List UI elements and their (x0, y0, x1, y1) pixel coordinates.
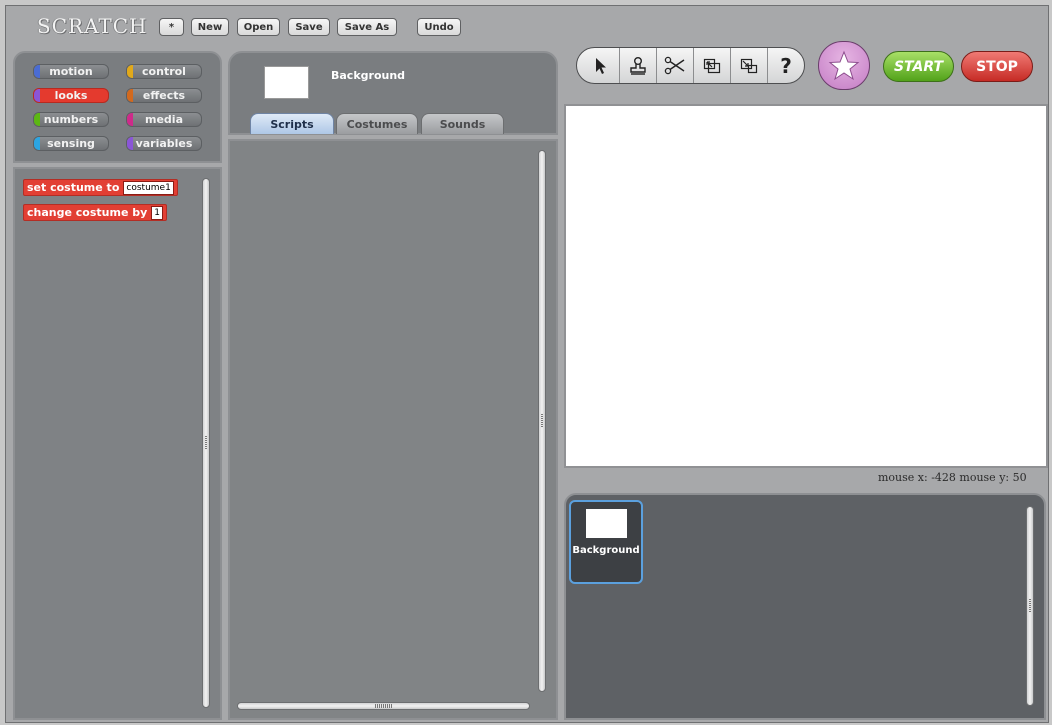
scissors-icon[interactable] (657, 48, 694, 83)
arrow-icon[interactable] (583, 48, 620, 83)
star-icon (828, 50, 860, 80)
category-label: looks (54, 89, 88, 102)
scrollbar-grip[interactable] (1029, 599, 1031, 613)
language-button[interactable]: * (159, 18, 184, 36)
block-set-costume[interactable]: set costume to costume1 (23, 179, 178, 196)
start-button[interactable]: START (883, 51, 954, 82)
stage[interactable] (564, 104, 1048, 468)
undo-button[interactable]: Undo (417, 18, 461, 36)
sprite-name[interactable]: Background (331, 69, 405, 82)
category-looks[interactable]: looks (33, 88, 109, 103)
save-button[interactable]: Save (288, 18, 330, 36)
grow-icon[interactable] (694, 48, 731, 83)
category-sensing[interactable]: sensing (33, 136, 109, 151)
category-control[interactable]: control (126, 64, 202, 79)
category-label: numbers (43, 113, 99, 126)
category-color-stripe (127, 65, 133, 78)
category-label: sensing (47, 137, 95, 150)
category-label: effects (142, 89, 186, 102)
category-motion[interactable]: motion (33, 64, 109, 79)
scrollbar-grip[interactable] (541, 414, 543, 428)
new-button[interactable]: New (191, 18, 229, 36)
category-color-stripe (127, 113, 133, 126)
sprite-card-background[interactable]: Background (569, 500, 643, 584)
sprite-card-label: Background (572, 545, 640, 556)
scrollbar-grip[interactable] (205, 436, 207, 450)
category-color-stripe (127, 89, 133, 102)
category-color-stripe (34, 113, 40, 126)
shrink-icon[interactable] (731, 48, 768, 83)
category-color-stripe (34, 137, 40, 150)
category-numbers[interactable]: numbers (33, 112, 109, 127)
category-color-stripe (127, 137, 133, 150)
block-change-costume[interactable]: change costume by 1 (23, 204, 168, 221)
scratch-logo: SCRATCH (37, 14, 148, 38)
category-label: control (142, 65, 186, 78)
scrollbar-grip[interactable] (374, 704, 393, 708)
sprite-thumbnail (264, 66, 309, 99)
costume-dropdown[interactable]: costume1 (123, 180, 174, 195)
save-as-button[interactable]: Save As (337, 18, 397, 36)
category-color-stripe (34, 65, 40, 78)
category-color-stripe (34, 89, 40, 102)
tab-sounds[interactable]: Sounds (421, 113, 504, 134)
category-label: motion (49, 65, 93, 78)
tab-scripts[interactable]: Scripts (250, 113, 334, 134)
costume-number-input[interactable]: 1 (151, 205, 164, 220)
category-media[interactable]: media (126, 112, 202, 127)
scripts-vertical-scrollbar[interactable] (538, 150, 546, 692)
block-label: set costume to (27, 181, 120, 194)
sprite-card-thumbnail (586, 509, 627, 538)
svg-text:?: ? (780, 56, 792, 76)
stop-button[interactable]: STOP (961, 51, 1033, 82)
corral-scrollbar[interactable] (1026, 506, 1034, 706)
mouse-coordinates: mouse x: -428 mouse y: 50 (878, 471, 1027, 484)
category-effects[interactable]: effects (126, 88, 202, 103)
stamp-icon[interactable] (620, 48, 657, 83)
palette-scrollbar[interactable] (202, 178, 210, 708)
category-label: variables (135, 137, 193, 150)
scripts-horizontal-scrollbar[interactable] (237, 702, 530, 710)
help-icon[interactable]: ? (768, 48, 804, 83)
category-label: media (145, 113, 183, 126)
tab-costumes[interactable]: Costumes (336, 113, 418, 134)
open-button[interactable]: Open (237, 18, 280, 36)
present-mode-button[interactable] (818, 41, 870, 90)
category-variables[interactable]: variables (126, 136, 202, 151)
block-label: change costume by (27, 206, 148, 219)
tool-bar: ? (576, 47, 805, 84)
scripts-area[interactable] (228, 139, 558, 720)
blocks-palette (13, 167, 222, 720)
